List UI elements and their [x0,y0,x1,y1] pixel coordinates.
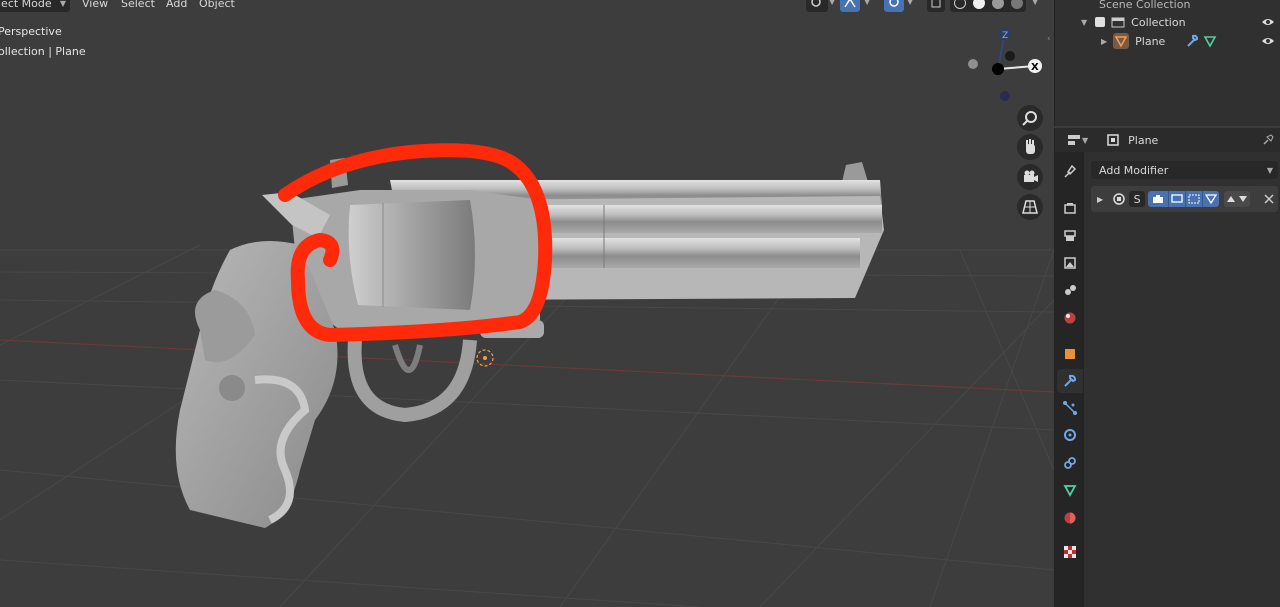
wireframe-shading-icon[interactable] [953,0,966,9]
view-layer-tab-icon[interactable] [1057,251,1083,275]
gizmo-toggle-icon[interactable] [840,0,860,12]
chevron-down-icon[interactable]: ▼ [1082,136,1088,145]
outliner-collection-row[interactable]: ▼ Collection [1055,12,1280,32]
properties-header: ▼ Plane [1055,128,1280,152]
expand-arrow-icon[interactable]: ▶ [1097,195,1103,204]
properties-editor[interactable]: ▼ Plane Add Modifier ▼ ▶ S [1054,128,1280,607]
add-modifier-button[interactable]: Add Modifier ▼ [1091,161,1278,179]
menu-add[interactable]: Add [166,0,187,10]
data-tab-icon[interactable] [1057,478,1083,502]
material-preview-icon[interactable] [991,0,1004,9]
chevron-down-icon[interactable]: ▼ [864,0,870,6]
modifier-name-field[interactable]: S [1129,191,1146,207]
outliner-editor[interactable]: Scene Collection ▼ Collection ▶ Plane [1054,0,1280,126]
modifier-type-icon [1113,193,1125,205]
navigation-gizmo[interactable]: Z X [960,24,1050,108]
expand-arrow-icon[interactable]: ▶ [1101,37,1107,46]
orthographic-toggle-icon[interactable] [1017,194,1043,220]
collection-label: Collection [1131,15,1186,29]
eye-icon[interactable] [1261,36,1275,46]
mode-label: ject Mode [0,0,52,10]
collection-path-label: ollection | Plane [0,45,86,58]
overlays-toggle-icon[interactable] [884,0,904,12]
camera-render-toggle-icon[interactable] [1148,191,1169,207]
eye-icon[interactable] [1261,17,1275,27]
expand-arrow-icon[interactable]: ▼ [1081,18,1087,27]
collection-icon [1111,17,1125,28]
viewport-header: ject Mode ▼ View Select Add Object ▼ ▼ ▼… [0,0,1054,13]
scene-collection-label: Scene Collection [1099,0,1191,11]
menu-select[interactable]: Select [121,0,155,10]
world-tab-icon[interactable] [1057,306,1083,330]
close-icon[interactable] [1264,194,1274,204]
rendered-shading-icon[interactable] [1010,0,1023,9]
chevron-down-icon[interactable]: ▼ [1032,0,1038,6]
editor-type-icon[interactable] [1067,134,1081,146]
visibility-selector-icon[interactable] [806,0,828,12]
chevron-down-icon: ▼ [1266,165,1273,175]
tool-tab-icon[interactable] [1057,160,1083,184]
editmode-toggle-icon[interactable] [1185,191,1203,207]
wrench-icon [1187,34,1199,47]
modifier-tab-icon[interactable] [1057,369,1083,393]
output-tab-icon[interactable] [1057,224,1083,248]
cage-toggle-icon[interactable] [1202,191,1220,207]
revolver-model[interactable] [0,0,1054,607]
scene-tab-icon[interactable] [1057,278,1083,302]
outliner-object-row[interactable]: ▶ Plane [1055,31,1280,51]
object-label: Plane [1135,34,1166,48]
mesh-data-icon [1203,36,1217,48]
gizmo-x-label: X [1031,62,1039,73]
move-up-down-icon[interactable] [1224,191,1251,207]
object-tab-icon[interactable] [1057,342,1083,366]
constraints-tab-icon[interactable] [1057,451,1083,475]
interaction-mode-select[interactable]: ject Mode ▼ [0,0,70,12]
object-name-label: Plane [1128,133,1159,147]
properties-tabs [1055,152,1084,607]
chevron-down-icon[interactable]: ▼ [907,0,913,6]
particles-tab-icon[interactable] [1057,396,1083,420]
object-icon [1107,134,1119,146]
modifier-panel[interactable]: ▶ S [1091,186,1278,212]
render-tab-icon[interactable] [1057,196,1083,220]
camera-view-icon[interactable] [1017,164,1043,190]
xray-toggle-icon[interactable] [927,0,945,12]
chevron-down-icon[interactable]: ▼ [829,0,835,6]
collapse-arrow-icon[interactable]: ‹ [1047,34,1051,44]
texture-tab-icon[interactable] [1057,540,1083,564]
physics-tab-icon[interactable] [1057,423,1083,447]
shading-mode-group [950,0,1026,12]
material-tab-icon[interactable] [1057,506,1083,530]
chevron-down-icon: ▼ [59,0,66,8]
mesh-object-icon [1113,33,1130,49]
zoom-icon[interactable] [1017,105,1043,131]
pin-icon[interactable] [1261,133,1275,147]
solid-shading-icon[interactable] [972,0,985,9]
pan-hand-icon[interactable] [1017,134,1043,160]
checkbox-icon[interactable] [1095,17,1106,27]
menu-view[interactable]: View [82,0,108,10]
view-name-label: Perspective [0,25,62,38]
gizmo-z-label: Z [1002,31,1008,41]
monitor-viewport-toggle-icon[interactable] [1168,191,1186,207]
3d-viewport[interactable]: ject Mode ▼ View Select Add Object ▼ ▼ ▼… [0,0,1054,607]
menu-object[interactable]: Object [199,0,235,10]
add-modifier-label: Add Modifier [1099,163,1169,177]
